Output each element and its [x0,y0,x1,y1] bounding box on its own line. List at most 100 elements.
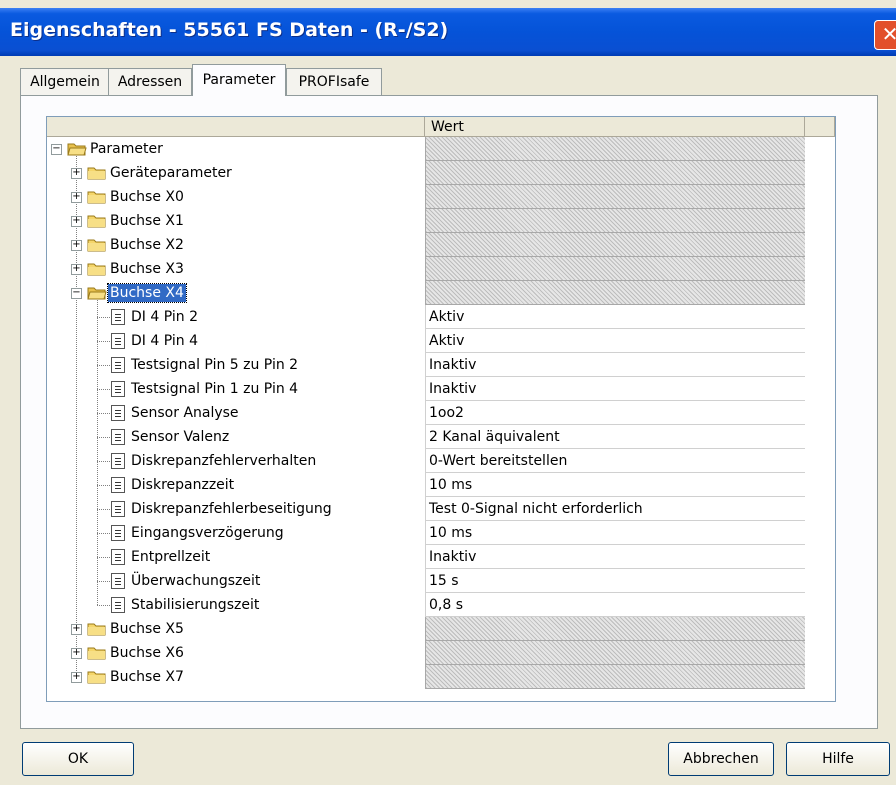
value-cell[interactable]: 10 ms [425,473,805,497]
tree-group[interactable]: + Buchse X1 [47,209,835,233]
help-button[interactable]: Hilfe [786,742,890,776]
tree-cell: DI 4 Pin 4 [47,329,425,353]
param-label[interactable]: Entprellzeit [129,548,212,566]
column-header-value[interactable]: Wert [425,117,805,137]
tab-adressen[interactable]: Adressen [108,68,192,95]
param-row[interactable]: Diskrepanzzeit 10 ms [47,473,835,497]
value-cell[interactable]: 0-Wert bereitstellen [425,449,805,473]
tree-group[interactable]: + Buchse X2 [47,233,835,257]
tree-connector [97,557,110,558]
tree-label[interactable]: Buchse X0 [108,188,186,206]
param-label[interactable]: Stabilisierungszeit [129,596,261,614]
cancel-button[interactable]: Abbrechen [668,742,774,776]
value-cell[interactable]: Aktiv [425,305,805,329]
value-cell[interactable]: 15 s [425,569,805,593]
tree-label[interactable]: Buchse X5 [108,620,186,638]
folder-icon [87,167,106,180]
expand-icon[interactable]: + [71,240,82,251]
param-row[interactable]: Testsignal Pin 1 zu Pin 4 Inaktiv [47,377,835,401]
folder-icon [87,647,106,660]
value-cell[interactable]: Inaktiv [425,545,805,569]
param-row[interactable]: Entprellzeit Inaktiv [47,545,835,569]
expand-icon[interactable]: + [71,192,82,203]
parameter-icon [111,573,125,589]
tree-label[interactable]: Geräteparameter [108,164,234,182]
expand-icon[interactable]: + [71,648,82,659]
tree-cell: + Buchse X1 [47,209,425,233]
value-cell[interactable]: 2 Kanal äquivalent [425,425,805,449]
folder-icon [87,239,106,252]
tree-label[interactable]: Parameter [88,140,165,158]
tree-cell: + Buchse X5 [47,617,425,641]
tree-root-parameter[interactable]: − Parameter [47,137,835,161]
value-cell[interactable]: 0,8 s [425,593,805,617]
tree-group[interactable]: + Buchse X6 [47,641,835,665]
param-row[interactable]: Sensor Analyse 1oo2 [47,401,835,425]
expand-icon[interactable]: + [71,672,82,683]
value-cell[interactable]: Inaktiv [425,377,805,401]
tree-cell: − Buchse X4 [47,281,425,305]
param-row[interactable]: DI 4 Pin 4 Aktiv [47,329,835,353]
tree-cell: + Buchse X3 [47,257,425,281]
param-label[interactable]: Diskrepanzfehlerbeseitigung [129,500,334,518]
param-label[interactable]: Diskrepanzfehlerverhalten [129,452,318,470]
param-row[interactable]: Testsignal Pin 5 zu Pin 2 Inaktiv [47,353,835,377]
collapse-icon[interactable]: − [51,144,62,155]
tree-label[interactable]: Buchse X1 [108,212,186,230]
param-label[interactable]: Überwachungszeit [129,572,262,590]
param-row[interactable]: Überwachungszeit 15 s [47,569,835,593]
tree-label[interactable]: Buchse X3 [108,260,186,278]
param-label[interactable]: Sensor Valenz [129,428,231,446]
tree-label[interactable]: Buchse X7 [108,668,186,686]
param-label[interactable]: DI 4 Pin 2 [129,308,200,326]
param-row[interactable]: Stabilisierungszeit 0,8 s [47,593,835,617]
value-cell[interactable]: Aktiv [425,329,805,353]
param-label[interactable]: Sensor Analyse [129,404,241,422]
tab-parameter[interactable]: Parameter [192,64,286,96]
param-row[interactable]: Eingangsverzögerung 10 ms [47,521,835,545]
tree-group[interactable]: + Buchse X3 [47,257,835,281]
tree-group[interactable]: + Geräteparameter [47,161,835,185]
param-row[interactable]: Diskrepanzfehlerbeseitigung Test 0-Signal… [47,497,835,521]
tree-group[interactable]: + Buchse X0 [47,185,835,209]
parameter-grid[interactable]: Wert − Parameter + Geräteparameter + Buchse X… [46,116,836,702]
title-bar[interactable]: Eigenschaften - 55561 FS Daten - (R-/S2)… [0,8,896,56]
tree-group[interactable]: + Buchse X7 [47,665,835,689]
tree-group[interactable]: + Buchse X5 [47,617,835,641]
tree-group-expanded[interactable]: − Buchse X4 [47,281,835,305]
value-cell-disabled [425,665,805,689]
tree-label[interactable]: Buchse X6 [108,644,186,662]
collapse-icon[interactable]: − [71,288,82,299]
folder-open-icon [67,143,87,156]
tree-label[interactable]: Buchse X4 [107,283,187,303]
expand-icon[interactable]: + [71,264,82,275]
param-row[interactable]: Sensor Valenz 2 Kanal äquivalent [47,425,835,449]
tree-connector [97,485,110,486]
parameter-icon [111,309,125,325]
tree-label[interactable]: Buchse X2 [108,236,186,254]
ok-button[interactable]: OK [22,742,134,776]
param-row[interactable]: DI 4 Pin 2 Aktiv [47,305,835,329]
tree-connector [97,605,110,606]
value-cell[interactable]: 10 ms [425,521,805,545]
param-row[interactable]: Diskrepanzfehlerverhalten 0-Wert bereitst… [47,449,835,473]
tab-profisafe[interactable]: PROFIsafe [286,68,382,95]
param-label[interactable]: Diskrepanzzeit [129,476,236,494]
expand-icon[interactable]: + [71,216,82,227]
column-header-name[interactable] [47,117,425,137]
value-cell[interactable]: Test 0-Signal nicht erforderlich [425,497,805,521]
tab-allgemein[interactable]: Allgemein [20,68,110,95]
param-label[interactable]: Testsignal Pin 1 zu Pin 4 [129,380,300,398]
param-label[interactable]: Eingangsverzögerung [129,524,286,542]
value-cell[interactable]: 1oo2 [425,401,805,425]
window-title: Eigenschaften - 55561 FS Daten - (R-/S2) [10,19,449,41]
param-label[interactable]: DI 4 Pin 4 [129,332,200,350]
param-label[interactable]: Testsignal Pin 5 zu Pin 2 [129,356,300,374]
tree-connector [97,509,110,510]
close-button[interactable]: ✕ [874,20,896,50]
parameter-icon [111,501,125,517]
value-cell[interactable]: Inaktiv [425,353,805,377]
expand-icon[interactable]: + [71,624,82,635]
expand-icon[interactable]: + [71,168,82,179]
tree-connector [97,581,110,582]
